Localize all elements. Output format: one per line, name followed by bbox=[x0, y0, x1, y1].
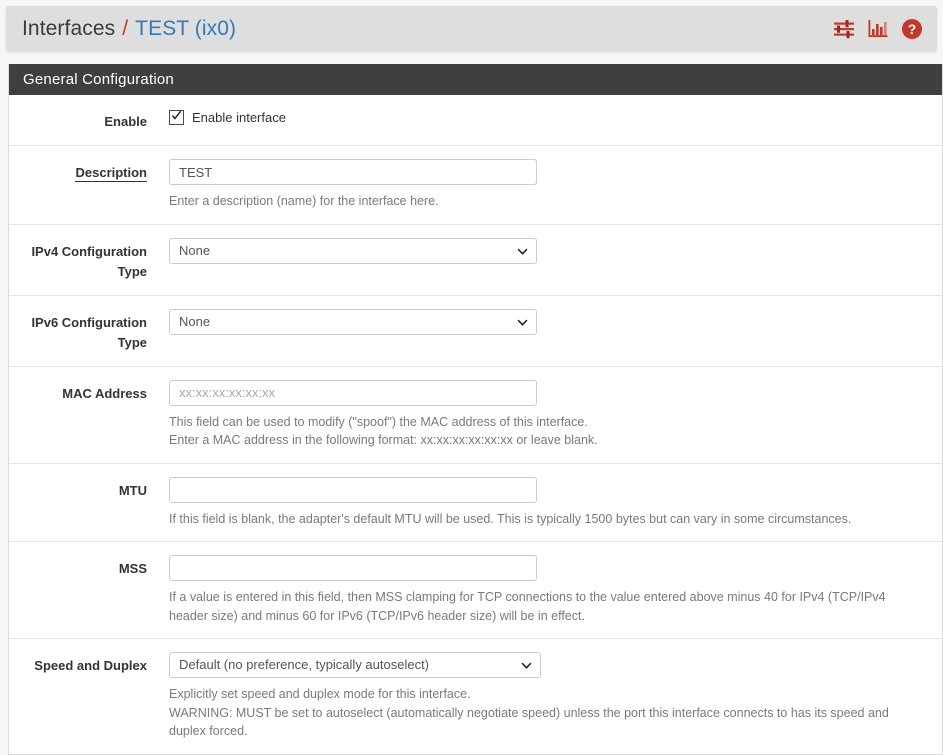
description-help: Enter a description (name) for the inter… bbox=[169, 194, 439, 208]
panel-title: General Configuration bbox=[9, 64, 942, 95]
form-row-mac-address: MAC Address This field can be used to mo… bbox=[9, 367, 942, 464]
field-ipv4-config-type: None bbox=[169, 237, 942, 282]
field-mtu: If this field is blank, the adapter's de… bbox=[169, 476, 942, 529]
mac-address-help: This field can be used to modify ("spoof… bbox=[169, 413, 932, 450]
field-ipv6-config-type: None bbox=[169, 308, 942, 353]
mtu-help: If this field is blank, the adapter's de… bbox=[169, 511, 852, 526]
field-mss: If a value is entered in this field, the… bbox=[169, 555, 942, 625]
general-configuration-panel: General Configuration Enable Enable inte… bbox=[8, 64, 943, 755]
mac-address-help-line1: This field can be used to modify ("spoof… bbox=[169, 414, 588, 429]
enable-interface-checkbox[interactable] bbox=[169, 110, 184, 125]
label-ipv6-line1: IPv6 Configuration bbox=[31, 314, 147, 330]
label-description: Description bbox=[9, 159, 169, 211]
ipv4-config-type-select[interactable]: None bbox=[169, 237, 537, 264]
field-mac-address: This field can be used to modify ("spoof… bbox=[169, 379, 942, 450]
form-row-speed-duplex: Speed and Duplex Default (no preference,… bbox=[9, 639, 942, 754]
label-enable: Enable bbox=[104, 114, 147, 129]
label-ipv6-config-type: IPv6 Configuration Type bbox=[9, 309, 169, 353]
field-speed-duplex: Default (no preference, typically autose… bbox=[169, 652, 942, 741]
label-ipv6-line2: Type bbox=[117, 334, 147, 350]
header-icon-group: ? bbox=[833, 18, 923, 40]
check-tick-icon bbox=[171, 110, 182, 120]
description-input[interactable] bbox=[169, 159, 537, 185]
speed-duplex-select[interactable]: Default (no preference, typically autose… bbox=[169, 652, 541, 678]
sliders-icon[interactable] bbox=[833, 18, 855, 40]
speed-duplex-help-line2: WARNING: MUST be set to autoselect (auto… bbox=[169, 705, 889, 739]
field-enable: Enable interface bbox=[169, 108, 942, 132]
form-row-ipv6-config-type: IPv6 Configuration Type None bbox=[9, 296, 942, 367]
form-row-ipv4-config-type: IPv4 Configuration Type None bbox=[9, 225, 942, 296]
label-ipv4-config-type: IPv4 Configuration Type bbox=[9, 238, 169, 282]
bar-chart-icon[interactable] bbox=[867, 18, 889, 40]
mss-input[interactable] bbox=[169, 555, 537, 581]
ipv6-config-type-select[interactable]: None bbox=[169, 308, 537, 335]
breadcrumb-separator: / bbox=[122, 16, 129, 40]
form-row-enable: Enable Enable interface bbox=[9, 95, 942, 146]
speed-duplex-help-line1: Explicitly set speed and duplex mode for… bbox=[169, 687, 471, 701]
label-mac-address: MAC Address bbox=[62, 385, 147, 401]
speed-duplex-help: Explicitly set speed and duplex mode for… bbox=[169, 685, 924, 741]
svg-text:?: ? bbox=[908, 21, 917, 37]
form-row-mss: MSS If a value is entered in this field,… bbox=[9, 542, 942, 639]
label-ipv4-line2: Type bbox=[117, 263, 147, 279]
mac-address-help-line2: Enter a MAC address in the following for… bbox=[169, 433, 598, 447]
field-description: Enter a description (name) for the inter… bbox=[169, 159, 942, 211]
mss-help: If a value is entered in this field, the… bbox=[169, 590, 886, 623]
enable-interface-label[interactable]: Enable interface bbox=[192, 110, 286, 125]
label-mtu: MTU bbox=[118, 482, 147, 498]
breadcrumb-bar: Interfaces / TEST (ix0) ? bbox=[6, 6, 937, 51]
form-row-mtu: MTU If this field is blank, the adapter'… bbox=[9, 464, 942, 542]
breadcrumb-root[interactable]: Interfaces bbox=[22, 17, 115, 41]
label-speed-duplex: Speed and Duplex bbox=[34, 658, 147, 673]
breadcrumb: Interfaces / TEST (ix0) bbox=[22, 17, 236, 41]
mtu-input[interactable] bbox=[169, 476, 537, 503]
breadcrumb-current[interactable]: TEST (ix0) bbox=[135, 17, 236, 41]
help-icon[interactable]: ? bbox=[901, 18, 923, 40]
label-mss: MSS bbox=[118, 561, 147, 576]
label-ipv4-line1: IPv4 Configuration bbox=[31, 243, 147, 259]
mac-address-input[interactable] bbox=[169, 379, 537, 406]
label-description-text: Description bbox=[75, 165, 147, 182]
form-row-description: Description Enter a description (name) f… bbox=[9, 146, 942, 225]
